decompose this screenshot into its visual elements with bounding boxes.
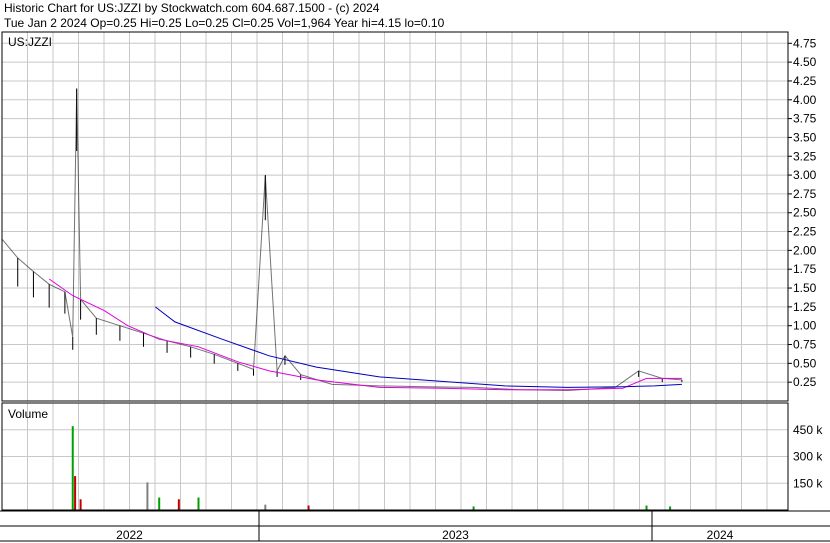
y-tick-label: 450 k <box>793 423 823 437</box>
volume-bar <box>307 505 310 510</box>
y-tick-label: 3.25 <box>793 149 817 163</box>
x-tick-label: 2024 <box>707 528 734 542</box>
x-tick-label: 2023 <box>442 528 469 542</box>
y-tick-label: 300 k <box>793 450 823 464</box>
y-tick-label: 1.25 <box>793 300 817 314</box>
y-tick-label: 3.50 <box>793 130 817 144</box>
volume-bar <box>71 426 74 510</box>
y-tick-label: 0.75 <box>793 338 817 352</box>
volume-bar <box>79 499 82 510</box>
y-tick-label: 150 k <box>793 476 823 490</box>
y-tick-label: 1.00 <box>793 319 817 333</box>
volume-bar <box>264 504 267 510</box>
volume-bar <box>177 499 180 510</box>
y-tick-label: 1.75 <box>793 262 817 276</box>
moving-average-long-line <box>154 306 682 388</box>
y-tick-label: 0.50 <box>793 356 817 370</box>
y-tick-label: 0.25 <box>793 375 817 389</box>
price-panel-frame <box>1 31 789 402</box>
y-tick-label: 4.75 <box>793 36 817 50</box>
moving-average-short-line <box>48 278 682 391</box>
y-tick-label: 2.50 <box>793 206 817 220</box>
volume-bar <box>669 506 672 510</box>
y-tick-label: 4.00 <box>793 93 817 107</box>
stock-chart: 4.75 4.50 4.25 4.00 3.75 3.50 3.25 3.00 2.75 2.50… <box>0 31 830 542</box>
y-tick-label: 3.75 <box>793 112 817 126</box>
y-tick-label: 4.25 <box>793 74 817 88</box>
y-tick-label: 2.75 <box>793 187 817 201</box>
y-tick-label: 4.50 <box>793 55 817 69</box>
y-tick-label: 3.00 <box>793 168 817 182</box>
volume-bar <box>146 482 149 510</box>
volume-bar <box>197 497 200 510</box>
volume-bar <box>158 497 161 510</box>
y-tick-label: 1.50 <box>793 281 817 295</box>
y-tick-label: 2.00 <box>793 243 817 257</box>
volume-panel-title: Volume <box>8 407 48 421</box>
volume-bar <box>645 505 648 510</box>
volume-bar <box>472 506 475 510</box>
volume-bar <box>74 476 77 510</box>
x-tick-label: 2022 <box>116 528 143 542</box>
price-panel-title: US:JZZI <box>8 35 52 49</box>
y-tick-label: 2.25 <box>793 225 817 239</box>
